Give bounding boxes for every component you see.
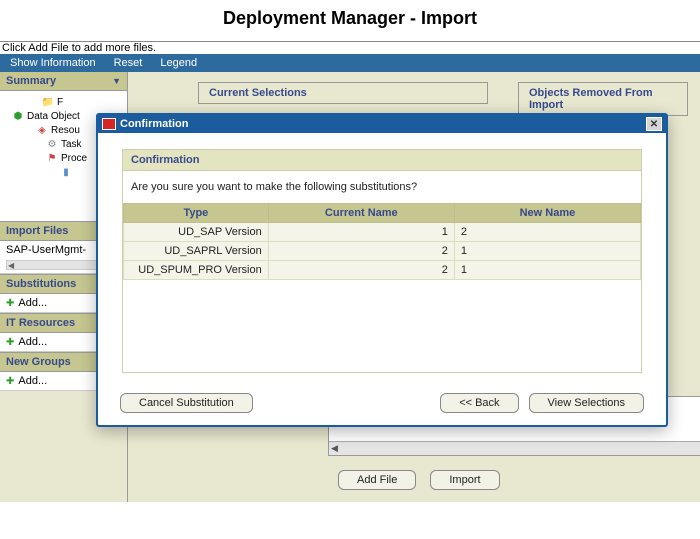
tree-resource: Resou: [51, 125, 80, 136]
hint-text: Click Add File to add more files.: [0, 41, 700, 54]
substitutions-add-link[interactable]: Add...: [6, 297, 47, 309]
cell-type: UD_SAPRL Version: [124, 242, 269, 261]
substitution-table: Type Current Name New Name UD_SAP Versio…: [123, 203, 641, 280]
back-button[interactable]: << Back: [440, 393, 518, 413]
confirmation-header: Confirmation: [123, 150, 641, 171]
cell-type: UD_SPUM_PRO Version: [124, 261, 269, 280]
col-type: Type: [124, 204, 269, 223]
task-icon: ⚙: [46, 138, 58, 150]
tree-process: Proce: [61, 153, 87, 164]
dialog-title: Confirmation: [120, 118, 188, 130]
col-new-name: New Name: [454, 204, 640, 223]
confirmation-dialog: Confirmation ✕ Confirmation Are you sure…: [96, 113, 668, 427]
process-icon: ⚑: [46, 152, 58, 164]
page-title: Deployment Manager - Import: [0, 0, 700, 41]
import-button[interactable]: Import: [430, 470, 499, 490]
dialog-button-row: Cancel Substitution << Back View Selecti…: [98, 381, 666, 425]
new-groups-add-link[interactable]: Add...: [6, 375, 47, 387]
import-file-item[interactable]: SAP-UserMgmt-: [6, 244, 86, 256]
cell-new: 2: [454, 223, 640, 242]
tree-data-object: Data Object: [27, 111, 80, 122]
leaf-icon: ▮: [60, 166, 72, 178]
menu-reset[interactable]: Reset: [114, 57, 143, 69]
data-object-icon: ⬢: [12, 110, 24, 122]
oracle-logo-icon: [102, 118, 116, 130]
resource-icon: ◈: [36, 124, 48, 136]
table-row: UD_SAPRL Version 2 1: [124, 242, 641, 261]
scroll-left-icon[interactable]: ◀: [331, 443, 338, 454]
dialog-titlebar[interactable]: Confirmation ✕: [98, 115, 666, 133]
cancel-substitution-button[interactable]: Cancel Substitution: [120, 393, 253, 413]
cell-type: UD_SAP Version: [124, 223, 269, 242]
horizontal-scrollbar[interactable]: ◀ ▶: [329, 441, 700, 455]
confirmation-question: Are you sure you want to make the follow…: [123, 171, 641, 203]
current-selections-title: Current Selections: [209, 87, 307, 99]
col-current-name: Current Name: [268, 204, 454, 223]
menu-legend[interactable]: Legend: [160, 57, 197, 69]
objects-removed-panel: Objects Removed From Import: [518, 82, 688, 116]
cell-new: 1: [454, 242, 640, 261]
folder-icon: 📁: [42, 96, 54, 108]
bottom-button-row: Add File Import: [338, 470, 500, 490]
objects-removed-title: Objects Removed From Import: [529, 87, 652, 111]
table-row: UD_SAP Version 1 2: [124, 223, 641, 242]
tree-task: Task: [61, 139, 82, 150]
cell-current: 2: [268, 242, 454, 261]
summary-label: Summary: [6, 75, 56, 87]
add-file-button[interactable]: Add File: [338, 470, 416, 490]
it-resources-add-link[interactable]: Add...: [6, 336, 47, 348]
tree-root-label: F: [57, 97, 63, 108]
collapse-icon: ▼: [112, 76, 121, 86]
view-selections-button[interactable]: View Selections: [529, 393, 644, 413]
current-selections-panel: Current Selections: [198, 82, 488, 104]
menubar: Show Information Reset Legend: [0, 54, 700, 72]
menu-show-information[interactable]: Show Information: [10, 57, 96, 69]
cell-current: 2: [268, 261, 454, 280]
confirmation-panel: Confirmation Are you sure you want to ma…: [122, 149, 642, 373]
sidebar-summary-header[interactable]: Summary ▼: [0, 72, 127, 91]
cell-current: 1: [268, 223, 454, 242]
cell-new: 1: [454, 261, 640, 280]
dialog-body: Confirmation Are you sure you want to ma…: [98, 133, 666, 381]
close-icon[interactable]: ✕: [646, 117, 662, 131]
table-row: UD_SPUM_PRO Version 2 1: [124, 261, 641, 280]
